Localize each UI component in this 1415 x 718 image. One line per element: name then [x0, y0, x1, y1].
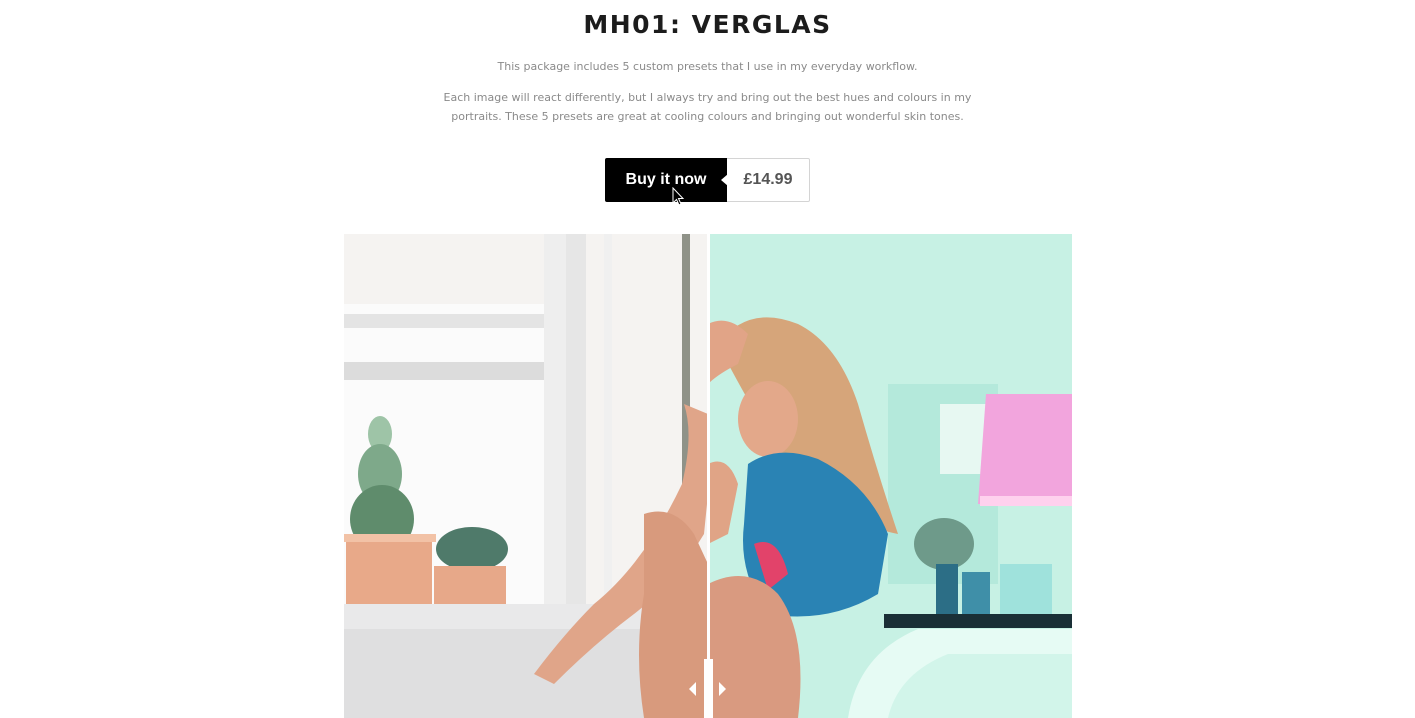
after-photo — [708, 234, 1072, 718]
product-description-2: Each image will react differently, but I… — [443, 91, 972, 123]
mouse-cursor-icon — [672, 187, 685, 206]
purchase-group: Buy it now £14.99 — [605, 158, 810, 202]
price-notch — [721, 174, 728, 186]
slide-right-arrow-icon[interactable] — [719, 682, 726, 696]
slide-left-arrow-icon[interactable] — [689, 682, 696, 696]
price-tag: £14.99 — [727, 158, 810, 202]
after-image — [708, 234, 1072, 718]
product-description-1: This package includes 5 custom presets t… — [497, 60, 918, 73]
before-photo — [344, 234, 708, 718]
buy-now-button[interactable]: Buy it now — [605, 158, 728, 202]
buy-now-label: Buy it now — [625, 171, 707, 188]
comparison-divider[interactable] — [707, 234, 710, 718]
page: MH01: VERGLAS This package includes 5 cu… — [0, 0, 1415, 718]
before-image — [344, 234, 708, 718]
before-after-comparison[interactable] — [344, 234, 1072, 718]
product-title: MH01: VERGLAS — [583, 10, 832, 39]
comparison-slider-handle[interactable] — [704, 659, 713, 718]
